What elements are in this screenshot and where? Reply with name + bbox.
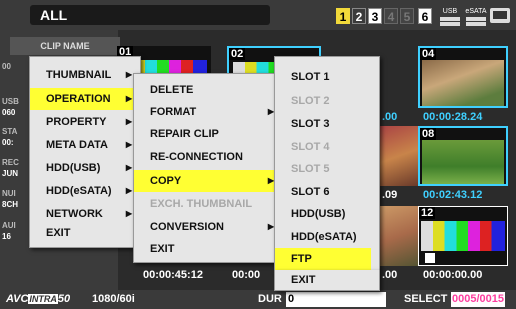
info-label: USB [2,97,19,106]
clip-thumbnail-selected[interactable]: 04 [418,46,508,108]
clip-thumbnail[interactable] [380,126,418,186]
info-value: 00: [2,138,14,147]
chevron-right-icon: ▶ [125,117,132,126]
menu-item-slot-6[interactable]: SLOT 6 [275,182,379,202]
menu-item-format[interactable]: FORMAT ▶ [134,102,282,122]
clip-number: 02 [229,48,246,60]
usb-label: USB [442,8,458,15]
clip-timecode: 00:00:00.00 [423,269,483,281]
menu-item-copy[interactable]: COPY ▶ [134,170,282,192]
menu-item-thumbnail[interactable]: THUMBNAIL ▶ [30,65,140,85]
select-label: SELECT [404,293,448,305]
clip-number: 12 [419,207,436,219]
info-label: REC [2,158,19,167]
copy-submenu: SLOT 1 SLOT 2 SLOT 3 SLOT 4 SLOT 5 SLOT … [274,56,380,271]
menu-item-slot-4: SLOT 4 [291,141,330,153]
slot-6-indicator: 6 [418,8,432,24]
menu-item-exit[interactable]: EXIT [134,239,282,259]
slot-4-indicator: 4 [384,8,398,24]
menu-item-network[interactable]: NETWORK ▶ [30,204,140,224]
chevron-right-icon: ▶ [125,70,132,79]
slot-3-indicator: 3 [368,8,382,24]
menu-item-meta-data[interactable]: META DATA ▶ [30,135,140,155]
clip-number: 04 [420,48,437,60]
chevron-right-icon: ▶ [125,186,132,195]
clip-timecode: 00:00:28.24 [423,111,483,123]
clip-thumbnail-selected[interactable]: 08 [418,126,508,186]
menu-item-ftp[interactable]: FTP [275,248,371,270]
copy-submenu-exit-row: EXIT [274,270,380,291]
info-label: AUI [2,221,16,230]
menu-item-conversion[interactable]: CONVERSION ▶ [134,217,282,237]
clip-timecode: 00:00:45:12 [143,269,203,281]
slot-5-indicator: 5 [400,8,414,24]
video-format: 1080/60i [92,293,135,305]
chevron-right-icon: ▶ [125,209,132,218]
main-menu: THUMBNAIL ▶ OPERATION ▶ PROPERTY ▶ META DAT… [29,56,141,248]
clip-thumbnail[interactable]: 12 [418,206,508,266]
clip-timecode: .00 [382,111,398,123]
menu-item-operation[interactable]: OPERATION ▶ [30,88,140,110]
select-count: 0005/0015 [451,292,505,307]
clip-name-header: CLIP NAME [10,37,120,55]
info-label: STA [2,127,18,136]
chevron-right-icon: ▶ [125,94,132,103]
status-bar: AVCINTRA50 1080/60i DUR 0 SELECT 0005/00… [0,290,516,309]
slot-2-indicator: 2 [352,8,366,24]
chevron-right-icon: ▶ [125,163,132,172]
menu-item-hdd-esata[interactable]: HDD(eSATA) ▶ [30,181,140,201]
esata-drive-icon: eSATA [464,8,488,26]
info-label: NUI [2,189,16,198]
clip-timecode: 00:00 [232,269,261,281]
menu-item-slot-3[interactable]: SLOT 3 [275,114,379,134]
operation-submenu: DELETE FORMAT ▶ REPAIR CLIP RE-CONNECTION… [133,73,283,263]
info-value: 16 [2,232,11,241]
menu-item-delete[interactable]: DELETE [134,80,282,100]
usb-drive-icon: USB [438,8,462,26]
clip-timecode: .09 [382,189,398,201]
info-value: 00 [2,62,11,71]
duration-value: 0 [286,292,386,307]
chevron-right-icon: ▶ [125,140,132,149]
menu-item-property[interactable]: PROPERTY ▶ [30,112,140,132]
menu-item-hdd-usb[interactable]: HDD(USB) ▶ [30,158,140,178]
menu-item-re-connection[interactable]: RE-CONNECTION [134,147,282,167]
codec-logo: AVCINTRA50 [6,293,71,305]
esata-label: eSATA [465,8,487,15]
view-title: ALL [30,5,270,25]
menu-item-exit[interactable]: EXIT [275,270,379,290]
duration-label: DUR [258,293,282,305]
clip-thumbnail[interactable] [380,206,418,266]
monitor-icon [490,8,510,23]
clip-number: 08 [420,128,437,140]
clip-timecode: 00:02:43.12 [423,189,483,201]
menu-item-repair-clip[interactable]: REPAIR CLIP [134,124,282,144]
slot-1-indicator: 1 [336,8,350,24]
menu-item-slot-2: SLOT 2 [291,95,330,107]
menu-item-slot-5: SLOT 5 [291,163,330,175]
info-value: 060 [2,108,16,117]
menu-item-exch-thumbnail: EXCH. THUMBNAIL [150,198,253,210]
clip-timecode: .00 [382,269,398,281]
menu-item-exit[interactable]: EXIT [30,223,140,243]
info-value: JUN [2,169,19,178]
menu-item-hdd-esata[interactable]: HDD(eSATA) [275,227,379,247]
info-value: 8CH [2,200,19,209]
menu-item-hdd-usb[interactable]: HDD(USB) [275,204,379,224]
menu-item-slot-1[interactable]: SLOT 1 [275,67,379,87]
